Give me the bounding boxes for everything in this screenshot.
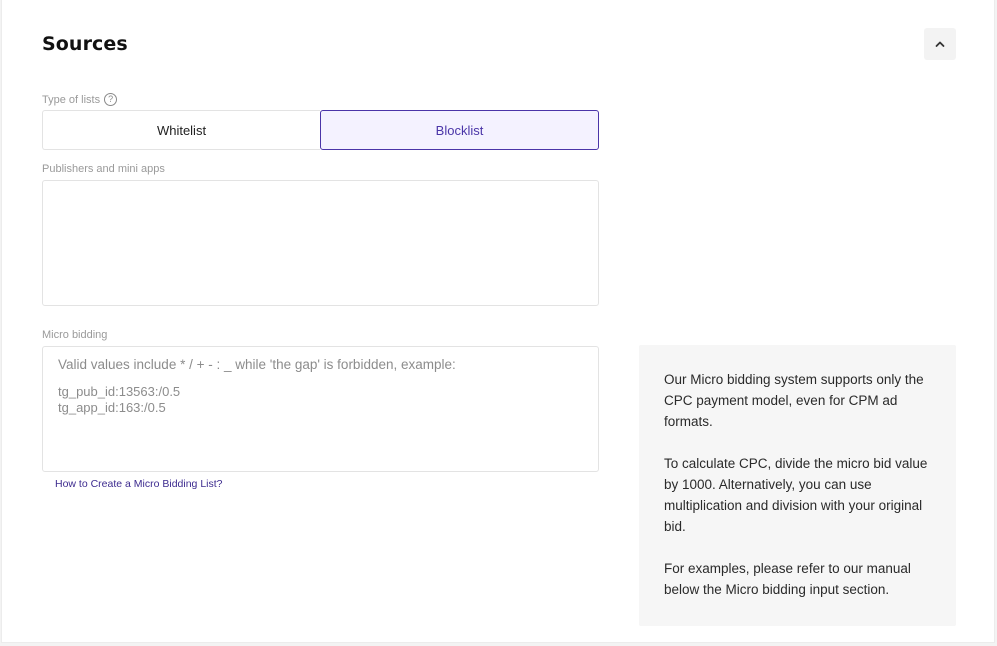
micro-bidding-label: Micro bidding	[42, 329, 108, 341]
type-of-lists-label-text: Type of lists	[42, 93, 101, 106]
blocklist-option[interactable]: Blocklist	[320, 110, 599, 150]
collapse-button[interactable]	[924, 28, 956, 60]
placeholder-line: tg_app_id:163:/0.5	[58, 400, 166, 415]
publishers-input[interactable]	[42, 180, 599, 306]
info-paragraph: To calculate CPC, divide the micro bid v…	[664, 456, 928, 534]
info-paragraph: For examples, please refer to our manual…	[664, 561, 911, 597]
micro-bidding-input[interactable]: Valid values include * / + - : _ while '…	[42, 346, 599, 472]
sources-card: Sources Type of lists ? Whitelist Blockl…	[1, 0, 995, 643]
publishers-label: Publishers and mini apps	[42, 163, 165, 175]
list-type-toggle: Whitelist Blocklist	[42, 110, 599, 150]
micro-bidding-info: Our Micro bidding system supports only t…	[639, 345, 956, 626]
chevron-up-icon	[935, 41, 945, 47]
question-circle-icon[interactable]: ?	[104, 93, 118, 106]
placeholder-line: Valid values include * / + - : _ while '…	[58, 357, 456, 372]
micro-bidding-help-link[interactable]: How to Create a Micro Bidding List?	[55, 478, 223, 490]
type-of-lists-label: Type of lists ?	[42, 93, 118, 106]
section-title: Sources	[42, 33, 128, 55]
placeholder-line: tg_pub_id:13563:/0.5	[58, 384, 181, 399]
whitelist-option[interactable]: Whitelist	[42, 110, 320, 150]
info-paragraph: Our Micro bidding system supports only t…	[664, 372, 924, 429]
